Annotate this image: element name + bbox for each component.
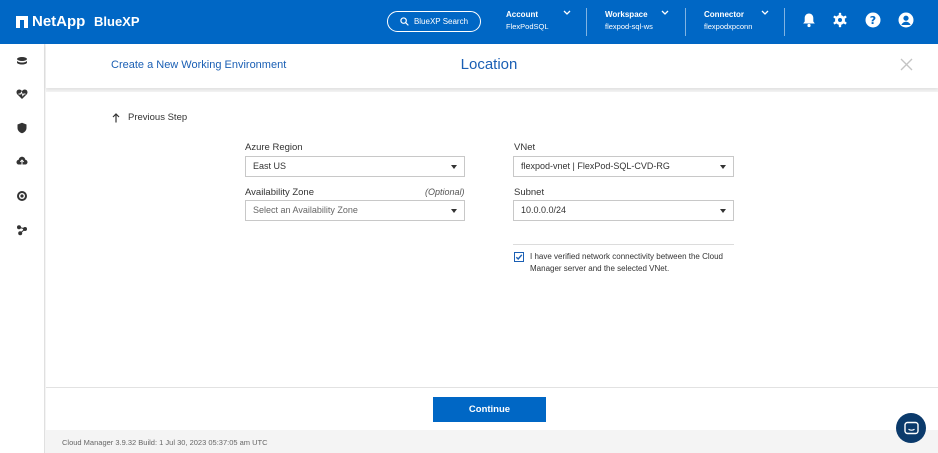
chevron-down-icon [563, 10, 571, 15]
divider [784, 8, 785, 36]
verify-connectivity-checkbox[interactable] [514, 252, 524, 262]
chat-button[interactable] [896, 413, 926, 443]
search-icon [400, 17, 409, 26]
netapp-logo-mark [16, 15, 28, 28]
protection-icon[interactable] [16, 122, 28, 134]
availability-zone-label: Availability Zone [245, 187, 315, 198]
location-form: Previous Step Azure Region East US Avail… [46, 92, 938, 387]
arrow-up-icon [112, 112, 120, 122]
vnet-select[interactable]: flexpod-vnet | FlexPod-SQL-CVD-RG [513, 156, 734, 177]
connector-value: flexpodxpconn [704, 22, 753, 31]
caret-down-icon [451, 209, 457, 213]
previous-step-link[interactable]: Previous Step [112, 112, 187, 123]
azure-region-label: Azure Region [245, 142, 303, 153]
workspace-value: flexpod-sql-ws [605, 22, 653, 31]
subnet-value: 10.0.0.0/24 [521, 205, 567, 215]
previous-step-label: Previous Step [128, 112, 188, 123]
top-navigation-bar: NetApp BlueXP BlueXP Search Account Flex… [0, 0, 938, 44]
svg-text:?: ? [870, 14, 876, 27]
azure-region-value: East US [253, 161, 287, 171]
availability-zone-placeholder: Select an Availability Zone [253, 205, 358, 215]
gear-icon[interactable] [832, 12, 848, 28]
caret-down-icon [451, 165, 457, 169]
health-icon[interactable] [16, 88, 28, 100]
account-value: FlexPodSQL [506, 22, 549, 31]
workspace-dropdown[interactable]: Workspace flexpod-sql-ws [605, 9, 675, 35]
storage-icon[interactable] [16, 55, 28, 67]
product-name: BlueXP [94, 14, 140, 29]
mobility-icon[interactable] [16, 155, 28, 167]
help-icon[interactable]: ? [865, 12, 881, 28]
divider [513, 244, 734, 245]
vnet-value: flexpod-vnet | FlexPod-SQL-CVD-RG [521, 161, 670, 171]
search-label: BlueXP Search [413, 17, 469, 26]
wizard-header: Create a New Working Environment Locatio… [46, 44, 938, 88]
user-icon[interactable] [898, 12, 914, 28]
build-status: Cloud Manager 3.9.32 Build: 1 Jul 30, 20… [62, 438, 268, 447]
divider [685, 8, 686, 36]
vnet-label: VNet [514, 142, 536, 153]
account-dropdown[interactable]: Account FlexPodSQL [506, 9, 576, 35]
governance-icon[interactable] [16, 190, 28, 202]
brand-name: NetApp [32, 13, 86, 30]
availability-zone-select[interactable]: Select an Availability Zone [245, 200, 465, 221]
connector-dropdown[interactable]: Connector flexpodxpconn [704, 9, 774, 35]
subnet-select[interactable]: 10.0.0.0/24 [513, 200, 734, 221]
subnet-label: Subnet [514, 187, 545, 198]
azure-region-select[interactable]: East US [245, 156, 465, 177]
checkmark-icon [515, 254, 523, 261]
caret-down-icon [720, 209, 726, 213]
optional-tag: (Optional) [425, 187, 465, 197]
bell-icon[interactable] [801, 12, 817, 28]
chat-icon [903, 421, 919, 434]
chevron-down-icon [761, 10, 769, 15]
continue-button[interactable]: Continue [433, 397, 546, 422]
extensions-icon[interactable] [16, 224, 28, 236]
divider [586, 8, 587, 36]
verify-connectivity-label[interactable]: I have verified network connectivity bet… [530, 251, 730, 275]
left-sidebar [0, 44, 45, 453]
caret-down-icon [720, 165, 726, 169]
close-icon[interactable] [900, 58, 913, 71]
page-title: Location [460, 56, 518, 73]
search-button[interactable]: BlueXP Search [387, 11, 481, 32]
chevron-down-icon [661, 10, 669, 15]
action-bar: Continue [46, 387, 938, 430]
netapp-logo[interactable]: NetApp [16, 13, 85, 30]
